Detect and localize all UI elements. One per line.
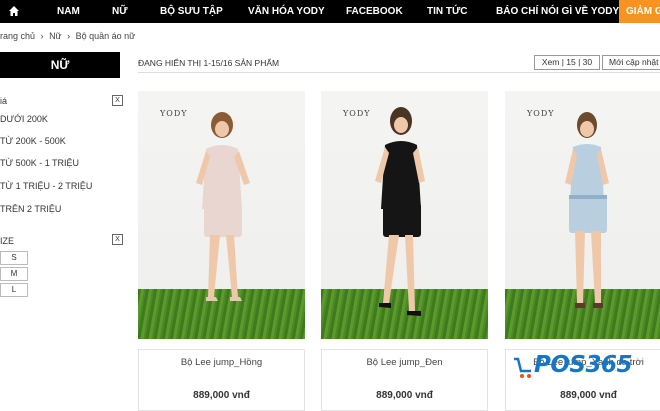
- nav-item-nu[interactable]: NỮ: [112, 0, 128, 23]
- page-size-selector[interactable]: Xem | 15 | 30: [534, 55, 600, 70]
- price-clear-button[interactable]: X: [112, 95, 123, 106]
- price-option[interactable]: TỪ 1 TRIỆU - 2 TRIỆU: [0, 181, 92, 191]
- product-price: 889,000 vnđ: [560, 390, 617, 401]
- product-card[interactable]: YODY Bộ Lee jump_Hồng 889,000 vnđ: [138, 91, 305, 411]
- product-image[interactable]: YODY: [505, 91, 660, 339]
- nav-item-promo[interactable]: GIẢM G: [619, 0, 660, 23]
- size-option-m[interactable]: M: [0, 267, 28, 281]
- nav-item-bo-suu-tap[interactable]: BỘ SƯU TẬP: [160, 0, 223, 23]
- size-option-l[interactable]: L: [0, 283, 28, 297]
- size-option-s[interactable]: S: [0, 251, 28, 265]
- nav-item-facebook[interactable]: FACEBOOK: [346, 0, 403, 23]
- breadcrumb-home[interactable]: rang chủ: [0, 31, 35, 41]
- product-price: 889,000 vnđ: [193, 390, 250, 401]
- breadcrumb-current: Bộ quần áo nữ: [75, 31, 136, 41]
- product-name[interactable]: Bộ Lee jump_Hồng: [138, 357, 305, 368]
- nav-item-nam[interactable]: NAM: [57, 0, 80, 23]
- price-option[interactable]: TỪ 500K - 1 TRIỆU: [0, 158, 79, 168]
- model-figure: [375, 107, 425, 316]
- size-clear-button[interactable]: X: [112, 234, 123, 245]
- nav-item-bao-chi[interactable]: BÁO CHÍ NÓI GÌ VỀ YODY: [496, 0, 619, 23]
- model-figure: [565, 112, 609, 308]
- price-option[interactable]: TỪ 200K - 500K: [0, 136, 66, 146]
- breadcrumb-separator: ›: [67, 31, 71, 41]
- product-card[interactable]: YODY Bộ Lee jump_Đen 889,000 vnđ: [321, 91, 488, 411]
- breadcrumb-nu[interactable]: Nữ: [49, 31, 62, 41]
- product-image[interactable]: YODY: [138, 91, 305, 339]
- price-option[interactable]: DƯỚI 200K: [0, 114, 48, 124]
- model-figure: [196, 112, 250, 301]
- watermark-text: POS365: [534, 352, 632, 378]
- sort-dropdown[interactable]: Mới cập nhật: [602, 55, 660, 70]
- home-icon[interactable]: [8, 5, 20, 17]
- top-nav: NAM NỮ BỘ SƯU TẬP VĂN HÓA YODY FACEBOOK …: [0, 0, 660, 23]
- cart-icon: [514, 357, 531, 378]
- price-option[interactable]: TRÊN 2 TRIỆU: [0, 204, 61, 214]
- product-price: 889,000 vnđ: [376, 390, 433, 401]
- nav-item-tin-tuc[interactable]: TIN TỨC: [427, 0, 468, 23]
- size-filter-heading: IZE: [0, 236, 15, 246]
- breadcrumb: rang chủ › Nữ › Bộ quần áo nữ: [0, 31, 138, 41]
- result-count: ĐANG HIỂN THỊ 1-15/16 SẢN PHẨM: [138, 58, 280, 68]
- watermark-logo: POS365: [512, 352, 660, 386]
- product-name[interactable]: Bộ Lee jump_Đen: [321, 357, 488, 368]
- sidebar-title: NỮ: [0, 52, 120, 78]
- divider: [138, 72, 660, 73]
- breadcrumb-separator: ›: [40, 31, 44, 41]
- product-image[interactable]: YODY: [321, 91, 488, 339]
- nav-item-van-hoa[interactable]: VĂN HÓA YODY: [248, 0, 325, 23]
- price-filter-heading: iá: [0, 96, 8, 106]
